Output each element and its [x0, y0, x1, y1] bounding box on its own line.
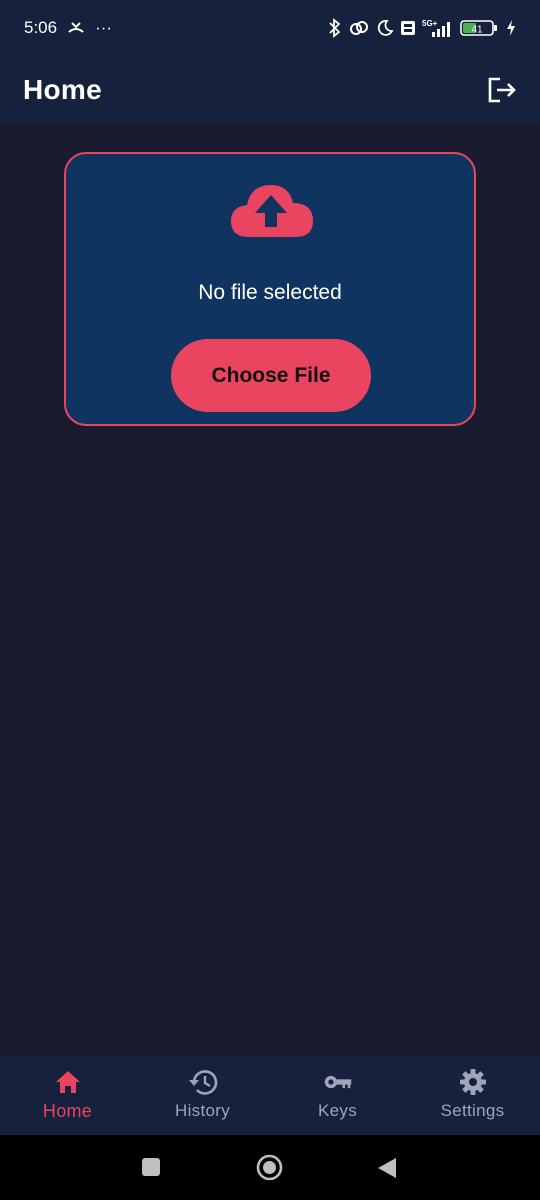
- nav-item-keys[interactable]: Keys: [270, 1056, 405, 1135]
- network-type: 5G+: [422, 19, 438, 28]
- signal-icon: 5G+: [422, 18, 454, 38]
- logout-button[interactable]: [484, 72, 520, 108]
- cloud-upload-icon: [229, 181, 315, 241]
- app-bar: Home: [0, 56, 540, 124]
- back-button[interactable]: [376, 1156, 398, 1180]
- nav-label-home: Home: [42, 1101, 93, 1121]
- page-title: Home: [23, 74, 102, 105]
- battery-icon: 41: [460, 19, 500, 37]
- charging-icon: [506, 20, 516, 36]
- status-time: 5:06: [24, 18, 58, 37]
- nav-item-history[interactable]: History: [135, 1056, 270, 1135]
- missed-call-icon: [67, 21, 85, 35]
- status-right: 5G+ 41: [328, 18, 516, 38]
- nav-item-home[interactable]: Home: [0, 1056, 135, 1135]
- history-icon: [188, 1068, 218, 1096]
- status-more-dots: ···: [95, 18, 113, 37]
- upload-card: No file selected Choose File: [64, 152, 476, 426]
- battery-level: 41: [471, 25, 483, 36]
- volte-icon: [400, 20, 416, 36]
- nav-label-history: History: [175, 1101, 230, 1120]
- file-status-text: No file selected: [198, 281, 342, 304]
- triangle-back-icon: [378, 1158, 396, 1178]
- logout-icon: [488, 77, 516, 103]
- recent-apps-button[interactable]: [141, 1157, 161, 1177]
- link-icon: [348, 20, 370, 36]
- system-nav-bar: [0, 1135, 540, 1200]
- gear-icon: [458, 1068, 488, 1096]
- home-system-button[interactable]: [256, 1154, 283, 1181]
- choose-file-button[interactable]: Choose File: [171, 339, 371, 412]
- bottom-nav: Home History Keys Settings: [0, 1056, 540, 1135]
- circle-icon: [256, 1154, 283, 1181]
- bluetooth-icon: [328, 18, 342, 38]
- key-icon: [323, 1068, 353, 1096]
- nav-label-settings: Settings: [440, 1101, 505, 1120]
- nav-item-settings[interactable]: Settings: [405, 1056, 540, 1135]
- moon-icon: [376, 19, 394, 37]
- nav-label-keys: Keys: [318, 1101, 357, 1120]
- home-icon: [53, 1068, 83, 1096]
- status-left: 5:06 ···: [24, 18, 112, 38]
- square-icon: [142, 1158, 160, 1176]
- status-bar: 5:06 ··· 5G+ 41: [0, 0, 540, 56]
